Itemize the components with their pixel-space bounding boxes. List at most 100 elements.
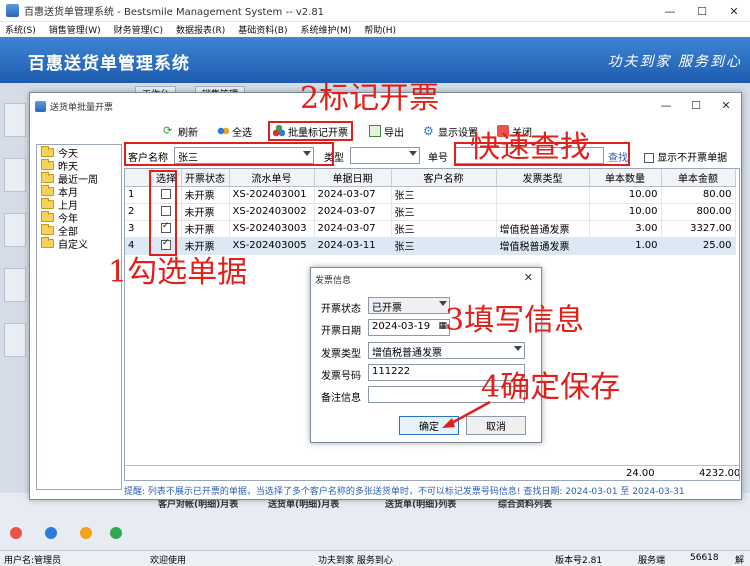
col-serial[interactable]: 流水单号 bbox=[229, 169, 315, 187]
close-icon[interactable]: ✕ bbox=[711, 93, 741, 117]
batch-mark-invoice-button[interactable]: 批量标记开票 bbox=[268, 121, 353, 141]
table-row[interactable]: 3 未开票 XS-202403003 2024-03-07 张三 增值税普通发票… bbox=[125, 220, 736, 238]
total-amount: 4232.00 bbox=[699, 468, 740, 479]
menu-basic-data[interactable]: 基础资料(B) bbox=[238, 23, 287, 36]
col-qty[interactable]: 单本数量 bbox=[589, 169, 662, 187]
menu-sales[interactable]: 销售管理(W) bbox=[49, 23, 101, 36]
status-user: 用户名:管理员 bbox=[4, 556, 62, 566]
folder-icon bbox=[41, 237, 54, 248]
minimize-icon[interactable]: — bbox=[651, 93, 681, 117]
checkbox[interactable] bbox=[644, 153, 654, 163]
side-panel-button[interactable] bbox=[4, 103, 26, 137]
hint-text: 提醒: 列表不展示已开票的单据，当选择了多个客户名称的多张送货单时，不可以标记发… bbox=[124, 487, 685, 497]
export-icon bbox=[369, 125, 381, 137]
export-button[interactable]: 导出 bbox=[366, 121, 407, 141]
table-row[interactable]: 1 未开票 XS-202403001 2024-03-07 张三 10.00 8… bbox=[125, 186, 736, 204]
tree-item-this-month[interactable]: 本月 bbox=[37, 185, 121, 199]
chevron-down-icon bbox=[409, 151, 417, 156]
folder-icon bbox=[41, 146, 54, 157]
annotation-search: 快速查找 bbox=[470, 130, 590, 165]
col-status[interactable]: 开票状态 bbox=[181, 169, 230, 187]
side-panel-button[interactable] bbox=[4, 268, 26, 302]
col-invoice-type[interactable]: 发票类型 bbox=[496, 169, 590, 187]
status-bar: 用户名:管理员 欢迎使用 功夫到家 服务到心 版本号2.81 服务端 56618… bbox=[0, 550, 750, 566]
total-qty: 24.00 bbox=[626, 468, 655, 479]
menu-reports[interactable]: 数据报表(R) bbox=[176, 23, 225, 36]
menu-help[interactable]: 帮助(H) bbox=[364, 23, 396, 36]
annotation-step3: 3填写信息 bbox=[445, 303, 585, 338]
maximize-icon[interactable]: ☐ bbox=[681, 93, 711, 117]
chevron-down-icon bbox=[514, 346, 522, 351]
side-panel-button[interactable] bbox=[4, 323, 26, 357]
folder-icon bbox=[41, 224, 54, 235]
refresh-button[interactable]: ⟳ 刷新 bbox=[160, 121, 201, 141]
status-welcome: 欢迎使用 bbox=[150, 556, 187, 566]
gear-icon: ⚙ bbox=[423, 124, 434, 138]
invoice-status-select[interactable]: 已开票 bbox=[368, 297, 450, 314]
col-date[interactable]: 单据日期 bbox=[314, 169, 392, 187]
status-port: 56618 bbox=[690, 553, 719, 563]
invoice-type-label: 发票类型 bbox=[321, 349, 361, 360]
type-select[interactable] bbox=[350, 147, 420, 164]
app-logo-icon bbox=[6, 4, 19, 17]
tree-item-today[interactable]: 今天 bbox=[37, 146, 121, 160]
invoice-number-label: 发票号码 bbox=[321, 371, 361, 382]
close-icon[interactable]: ✕ bbox=[524, 271, 533, 284]
window-logo-icon bbox=[35, 100, 46, 112]
invoice-status-label: 开票状态 bbox=[321, 304, 361, 315]
date-filter-tree: 今天 昨天 最近一周 本月 上月 今年 全部 自定义 bbox=[36, 144, 122, 490]
remark-label: 备注信息 bbox=[321, 393, 361, 404]
folder-icon bbox=[41, 185, 54, 196]
invoice-type-select[interactable]: 增值税普通发票 bbox=[368, 342, 525, 359]
table-row[interactable]: 4 未开票 XS-202403005 2024-03-11 张三 增值税普通发票… bbox=[125, 237, 736, 255]
batch-window-title: 送货单批量开票 bbox=[50, 102, 114, 113]
col-customer[interactable]: 客户名称 bbox=[391, 169, 497, 187]
annotation-box-checkboxes bbox=[149, 170, 177, 256]
menu-system[interactable]: 系统(S) bbox=[5, 23, 36, 36]
maximize-icon[interactable]: ☐ bbox=[686, 0, 718, 22]
side-panel-button[interactable] bbox=[4, 213, 26, 247]
tree-item-custom[interactable]: 自定义 bbox=[37, 237, 121, 251]
close-icon[interactable]: ✕ bbox=[718, 0, 750, 22]
hide-invoiced-checkbox[interactable]: 显示不开票单据 bbox=[644, 149, 727, 164]
table-row[interactable]: 2 未开票 XS-202403002 2024-03-07 张三 10.00 8… bbox=[125, 203, 736, 221]
side-panel-button[interactable] bbox=[4, 158, 26, 192]
folder-icon bbox=[41, 159, 54, 170]
menu-finance[interactable]: 财务管理(C) bbox=[114, 23, 163, 36]
batch-toolbar: ⟳ 刷新 全选 批量标记开票 导出 ⚙ 显示设置 关闭 bbox=[30, 119, 741, 143]
folder-icon bbox=[41, 198, 54, 209]
status-slogan: 功夫到家 服务到心 bbox=[318, 556, 393, 566]
tree-item-this-year[interactable]: 今年 bbox=[37, 211, 121, 225]
annotation-box-filter bbox=[124, 142, 334, 166]
user-icon[interactable] bbox=[10, 527, 22, 539]
app-banner: 百惠送货单管理系统 功夫到家 服务到心 bbox=[0, 37, 750, 83]
folder-icon bbox=[41, 172, 54, 183]
brand-title: 百惠送货单管理系统 bbox=[28, 54, 190, 74]
minimize-icon[interactable]: — bbox=[654, 0, 686, 22]
col-amount[interactable]: 单本金额 bbox=[661, 169, 736, 187]
status-version: 版本号2.81 bbox=[555, 556, 603, 566]
refresh-icon: ⟳ bbox=[163, 124, 173, 137]
number-label: 单号 bbox=[428, 153, 448, 164]
tree-item-last-week[interactable]: 最近一周 bbox=[37, 172, 121, 186]
annotation-step2: 2标记开票 bbox=[300, 81, 440, 116]
brand-slogan: 功夫到家 服务到心 bbox=[607, 54, 742, 70]
select-all-button[interactable]: 全选 bbox=[214, 121, 255, 141]
select-all-icon bbox=[217, 125, 229, 137]
annotation-step4: 4确定保存 bbox=[481, 370, 621, 405]
grid-header-row: 选择 开票状态 流水单号 单据日期 客户名称 发票类型 单本数量 单本金额 bbox=[125, 169, 736, 187]
menu-maintenance[interactable]: 系统维护(M) bbox=[300, 23, 351, 36]
go-icon[interactable] bbox=[110, 527, 122, 539]
refresh-icon[interactable] bbox=[80, 527, 92, 539]
dialog-title: 发票信息 bbox=[315, 276, 352, 286]
dialog-titlebar: 发票信息 ✕ bbox=[311, 268, 541, 288]
invoice-date-label: 开票日期 bbox=[321, 326, 361, 337]
annotation-step1: 1勾选单据 bbox=[108, 255, 248, 290]
info-icon[interactable] bbox=[45, 527, 57, 539]
invoice-date-picker[interactable]: 2024-03-19 ▦ bbox=[368, 319, 450, 336]
annotation-arrow-icon bbox=[442, 400, 491, 428]
invoice-info-dialog: 发票信息 ✕ 开票状态 已开票 开票日期 2024-03-19 ▦ 发票类型 增… bbox=[310, 267, 542, 443]
bottom-shortcut-bar: 客户对帐(明细)月表 送货单(明细)月表 送货单(明细)列表 综合资料列表 bbox=[0, 493, 750, 550]
tree-item-last-month[interactable]: 上月 bbox=[37, 198, 121, 212]
status-extra: 解 bbox=[735, 556, 745, 566]
